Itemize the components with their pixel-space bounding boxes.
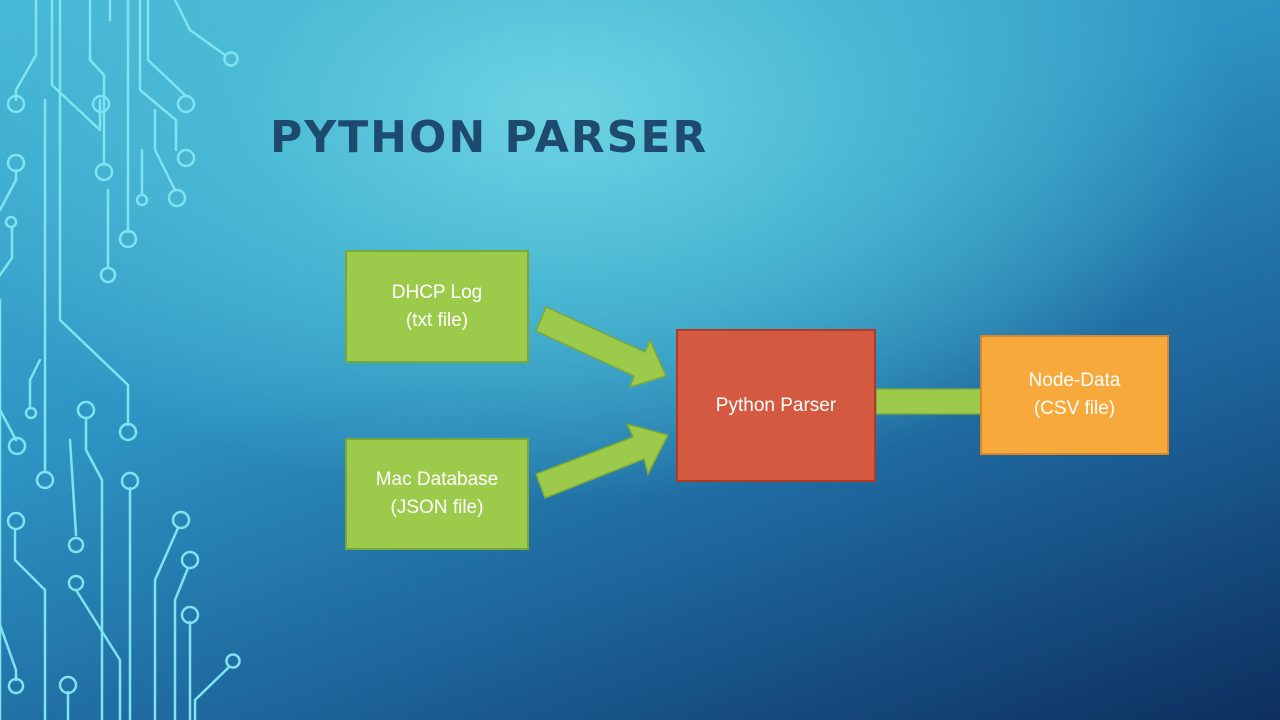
python-parser-label: Python Parser bbox=[715, 394, 837, 416]
node-data-type: (CSV file) bbox=[1033, 398, 1116, 419]
dhcp-log-box: DHCP Log (txt file) bbox=[345, 250, 529, 363]
node-data-label: Node-Data bbox=[1028, 370, 1121, 391]
mac-database-label: Mac Database bbox=[375, 469, 499, 490]
dhcp-log-label: DHCP Log bbox=[391, 281, 483, 303]
python-parser-box: Python Parser bbox=[676, 329, 876, 482]
slide: PYTHON PARSER DHCP Log (txt file) Mac Da… bbox=[0, 0, 1280, 720]
node-data-box: Node-Data (CSV file) bbox=[980, 335, 1169, 455]
arrow-mac-to-parser bbox=[535, 422, 670, 499]
dhcp-log-type: (txt file) bbox=[405, 309, 469, 331]
mac-database-box: Mac Database (JSON file) bbox=[345, 438, 529, 550]
mac-database-type: (JSON file) bbox=[390, 497, 484, 518]
arrow-dhcp-to-parser bbox=[535, 305, 668, 389]
